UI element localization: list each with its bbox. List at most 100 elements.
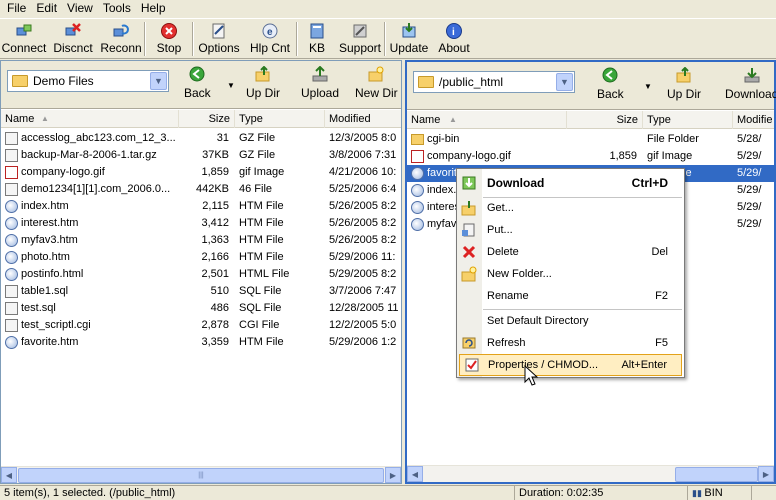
put-icon <box>457 219 481 241</box>
chevron-down-icon[interactable]: ▼ <box>150 72 167 90</box>
local-horizontal-scrollbar[interactable]: ◀ ||| ▶ <box>1 466 401 483</box>
file-type: HTM File <box>239 336 284 348</box>
menu-put[interactable]: Put... <box>457 219 684 241</box>
file-type: SQL File <box>239 285 282 297</box>
disconnect-icon <box>64 22 82 40</box>
connect-icon <box>15 22 33 40</box>
menu-set-default-directory[interactable]: Set Default Directory <box>457 310 684 332</box>
file-modified: 5/26/2005 8:2 <box>329 234 397 246</box>
file-modified: 5/25/2006 6:4 <box>329 183 397 195</box>
column-type[interactable]: Type <box>235 110 325 128</box>
download-button[interactable]: Download <box>725 66 776 101</box>
file-size: 442KB <box>195 183 229 195</box>
table-row[interactable]: company-logo.gif 1,859 gif Image 5/29/ <box>407 148 774 165</box>
file-size: 1,859 <box>609 150 637 162</box>
menu-delete[interactable]: Delete Del <box>457 241 684 263</box>
file-icon <box>5 319 18 332</box>
about-button[interactable]: i About <box>432 19 476 57</box>
file-size: 37KB <box>202 149 229 161</box>
table-row[interactable]: test_scriptl.cgi 2,878 CGI File 12/2/2005 5… <box>1 317 401 334</box>
file-modified: 5/26/2005 8:2 <box>329 200 397 212</box>
column-name[interactable]: Name ▲ <box>1 110 179 128</box>
column-size[interactable]: Size <box>179 110 235 128</box>
menu-download[interactable]: Download Ctrl+D <box>457 172 684 194</box>
local-column-header: Name ▲ Size Type Modified <box>1 110 401 128</box>
table-row[interactable]: index.htm 2,115 HTM File 5/26/2005 8:2 <box>1 198 401 215</box>
column-name[interactable]: Name ▲ <box>407 111 567 129</box>
new-dir-button[interactable]: New Dir <box>355 65 398 100</box>
file-type: GZ File <box>239 132 276 144</box>
stop-button[interactable]: Stop <box>146 19 192 57</box>
scroll-thumb[interactable] <box>675 466 758 482</box>
file-size: 1,859 <box>201 166 229 178</box>
table-row[interactable]: company-logo.gif 1,859 gif Image 4/21/2006 … <box>1 164 401 181</box>
back-dropdown-icon[interactable]: ▼ <box>644 82 652 91</box>
local-updir-button[interactable]: Up Dir <box>246 65 280 100</box>
help-center-button[interactable]: e Hlp Cnt <box>244 19 296 57</box>
column-modified[interactable]: Modified <box>325 110 401 128</box>
menu-tools[interactable]: Tools <box>98 0 136 17</box>
remote-horizontal-scrollbar[interactable]: ◀ ▶ <box>407 465 774 482</box>
local-folder-combo[interactable]: Demo Files ▼ <box>7 70 169 92</box>
html-file-icon <box>411 218 424 231</box>
local-back-button[interactable]: Back <box>184 65 211 100</box>
upload-button[interactable]: Upload <box>301 65 339 100</box>
menu-view[interactable]: View <box>62 0 98 17</box>
menu-properties-chmod[interactable]: Properties / CHMOD... Alt+Enter <box>459 354 682 376</box>
html-file-icon <box>5 234 18 247</box>
menu-edit[interactable]: Edit <box>31 0 62 17</box>
table-row[interactable]: interest.htm 3,412 HTM File 5/26/2005 8:2 <box>1 215 401 232</box>
file-type: HTM File <box>239 200 284 212</box>
table-row[interactable]: postinfo.html 2,501 HTML File 5/29/2005 8:2 <box>1 266 401 283</box>
file-type: HTM File <box>239 217 284 229</box>
menu-help[interactable]: Help <box>136 0 171 17</box>
table-row[interactable]: accesslog_abc123.com_12_3... 31 GZ File 12/… <box>1 130 401 147</box>
file-type: HTM File <box>239 234 284 246</box>
table-row[interactable]: demo1234[1][1].com_2006.0... 442KB 46 File… <box>1 181 401 198</box>
file-name: photo.htm <box>21 251 70 263</box>
options-button[interactable]: Options <box>194 19 244 57</box>
menu-bar: File Edit View Tools Help <box>0 0 776 17</box>
file-modified: 5/29/ <box>737 150 762 162</box>
file-modified: 5/29/ <box>737 184 762 196</box>
column-type[interactable]: Type <box>643 111 733 129</box>
file-name: company-logo.gif <box>21 166 105 178</box>
html-file-icon <box>5 251 18 264</box>
file-icon <box>5 285 18 298</box>
menu-file[interactable]: File <box>2 0 31 17</box>
menu-refresh[interactable]: Refresh F5 <box>457 332 684 354</box>
column-size[interactable]: Size <box>567 111 643 129</box>
chevron-down-icon[interactable]: ▼ <box>556 73 573 91</box>
kb-button[interactable]: KB <box>298 19 336 57</box>
menu-new-folder[interactable]: New Folder... <box>457 263 684 285</box>
scroll-left-icon[interactable]: ◀ <box>1 467 17 483</box>
back-dropdown-icon[interactable]: ▼ <box>227 81 235 90</box>
disconnect-button[interactable]: Discnct <box>48 19 98 57</box>
table-row[interactable]: table1.sql 510 SQL File 3/7/2006 7:47 <box>1 283 401 300</box>
context-menu: Download Ctrl+D Get... Put... Delete Del… <box>456 168 685 378</box>
update-button[interactable]: Update <box>386 19 432 57</box>
table-row[interactable]: cgi-bin File Folder 5/28/ <box>407 131 774 148</box>
scroll-thumb[interactable]: ||| <box>18 467 384 483</box>
menu-rename[interactable]: Rename F2 <box>457 285 684 307</box>
table-row[interactable]: myfav3.htm 1,363 HTM File 5/26/2005 8:2 <box>1 232 401 249</box>
remote-folder-combo[interactable]: /public_html ▼ <box>413 71 575 93</box>
support-button[interactable]: Support <box>336 19 384 57</box>
reconnect-button[interactable]: Reconn <box>98 19 144 57</box>
scroll-left-icon[interactable]: ◀ <box>407 466 423 482</box>
resize-grip-icon[interactable] <box>752 486 776 500</box>
scroll-right-icon[interactable]: ▶ <box>385 467 401 483</box>
table-row[interactable]: favorite.htm 3,359 HTM File 5/29/2006 1:2 <box>1 334 401 351</box>
table-row[interactable]: test.sql 486 SQL File 12/28/2005 11 <box>1 300 401 317</box>
scroll-right-icon[interactable]: ▶ <box>758 466 774 482</box>
connect-button[interactable]: Connect <box>0 19 48 57</box>
remote-updir-button[interactable]: Up Dir <box>667 66 701 101</box>
remote-back-button[interactable]: Back <box>597 66 624 101</box>
column-modified[interactable]: Modifie <box>733 111 774 129</box>
table-row[interactable]: photo.htm 2,166 HTM File 5/29/2006 11: <box>1 249 401 266</box>
table-row[interactable]: backup-Mar-8-2006-1.tar.gz 37KB GZ File 3/8… <box>1 147 401 164</box>
status-bar: 5 item(s), 1 selected. (/public_html) Du… <box>0 485 776 500</box>
mouse-cursor-icon <box>524 365 539 386</box>
menu-get[interactable]: Get... <box>457 197 684 219</box>
properties-icon <box>460 354 484 376</box>
